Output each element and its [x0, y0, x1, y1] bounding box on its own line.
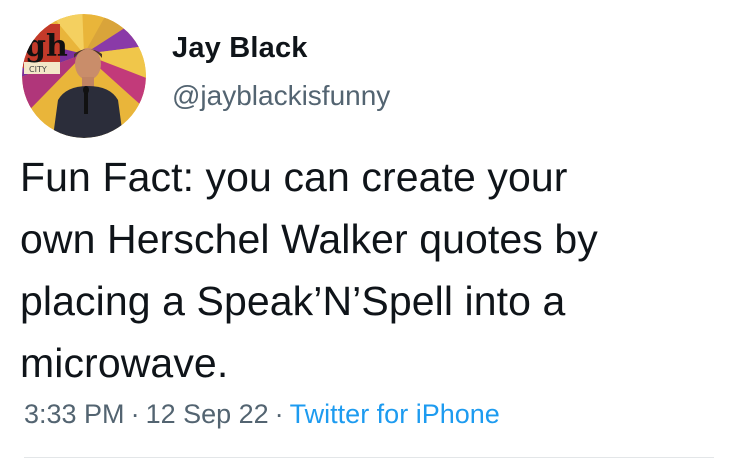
meta-separator: · — [130, 399, 140, 429]
tweet-text-line: own Herschel Walker quotes by — [20, 216, 598, 262]
divider — [24, 457, 714, 458]
tweet-metadata: 3:33 PM · 12 Sep 22 · Twitter for iPhone — [24, 396, 500, 432]
profile-photo-icon: gh CITY — [22, 14, 146, 138]
tweet-text-line: placing a Speak’N’Spell into a — [20, 278, 566, 324]
meta-separator: · — [274, 399, 284, 429]
logo-sub-text: CITY — [29, 65, 47, 74]
tweet-card: gh CITY Jay Black @jayblackisfunny Fun F… — [0, 0, 740, 462]
logo-text: gh — [25, 29, 68, 64]
tweet-date[interactable]: 12 Sep 22 — [146, 399, 269, 429]
tweet-text-line: Fun Fact: you can create your — [20, 154, 568, 200]
tweet-time[interactable]: 3:33 PM — [24, 399, 125, 429]
tweet-text: Fun Fact: you can create your own Hersch… — [20, 146, 730, 394]
tweet-header: gh CITY Jay Black @jayblackisfunny — [22, 14, 390, 138]
avatar[interactable]: gh CITY — [22, 14, 146, 138]
author-names: Jay Black @jayblackisfunny — [172, 30, 390, 114]
display-name[interactable]: Jay Black — [172, 30, 390, 66]
tweet-source-link[interactable]: Twitter for iPhone — [290, 399, 500, 429]
tweet-text-line: microwave. — [20, 340, 229, 386]
user-handle[interactable]: @jayblackisfunny — [172, 78, 390, 114]
